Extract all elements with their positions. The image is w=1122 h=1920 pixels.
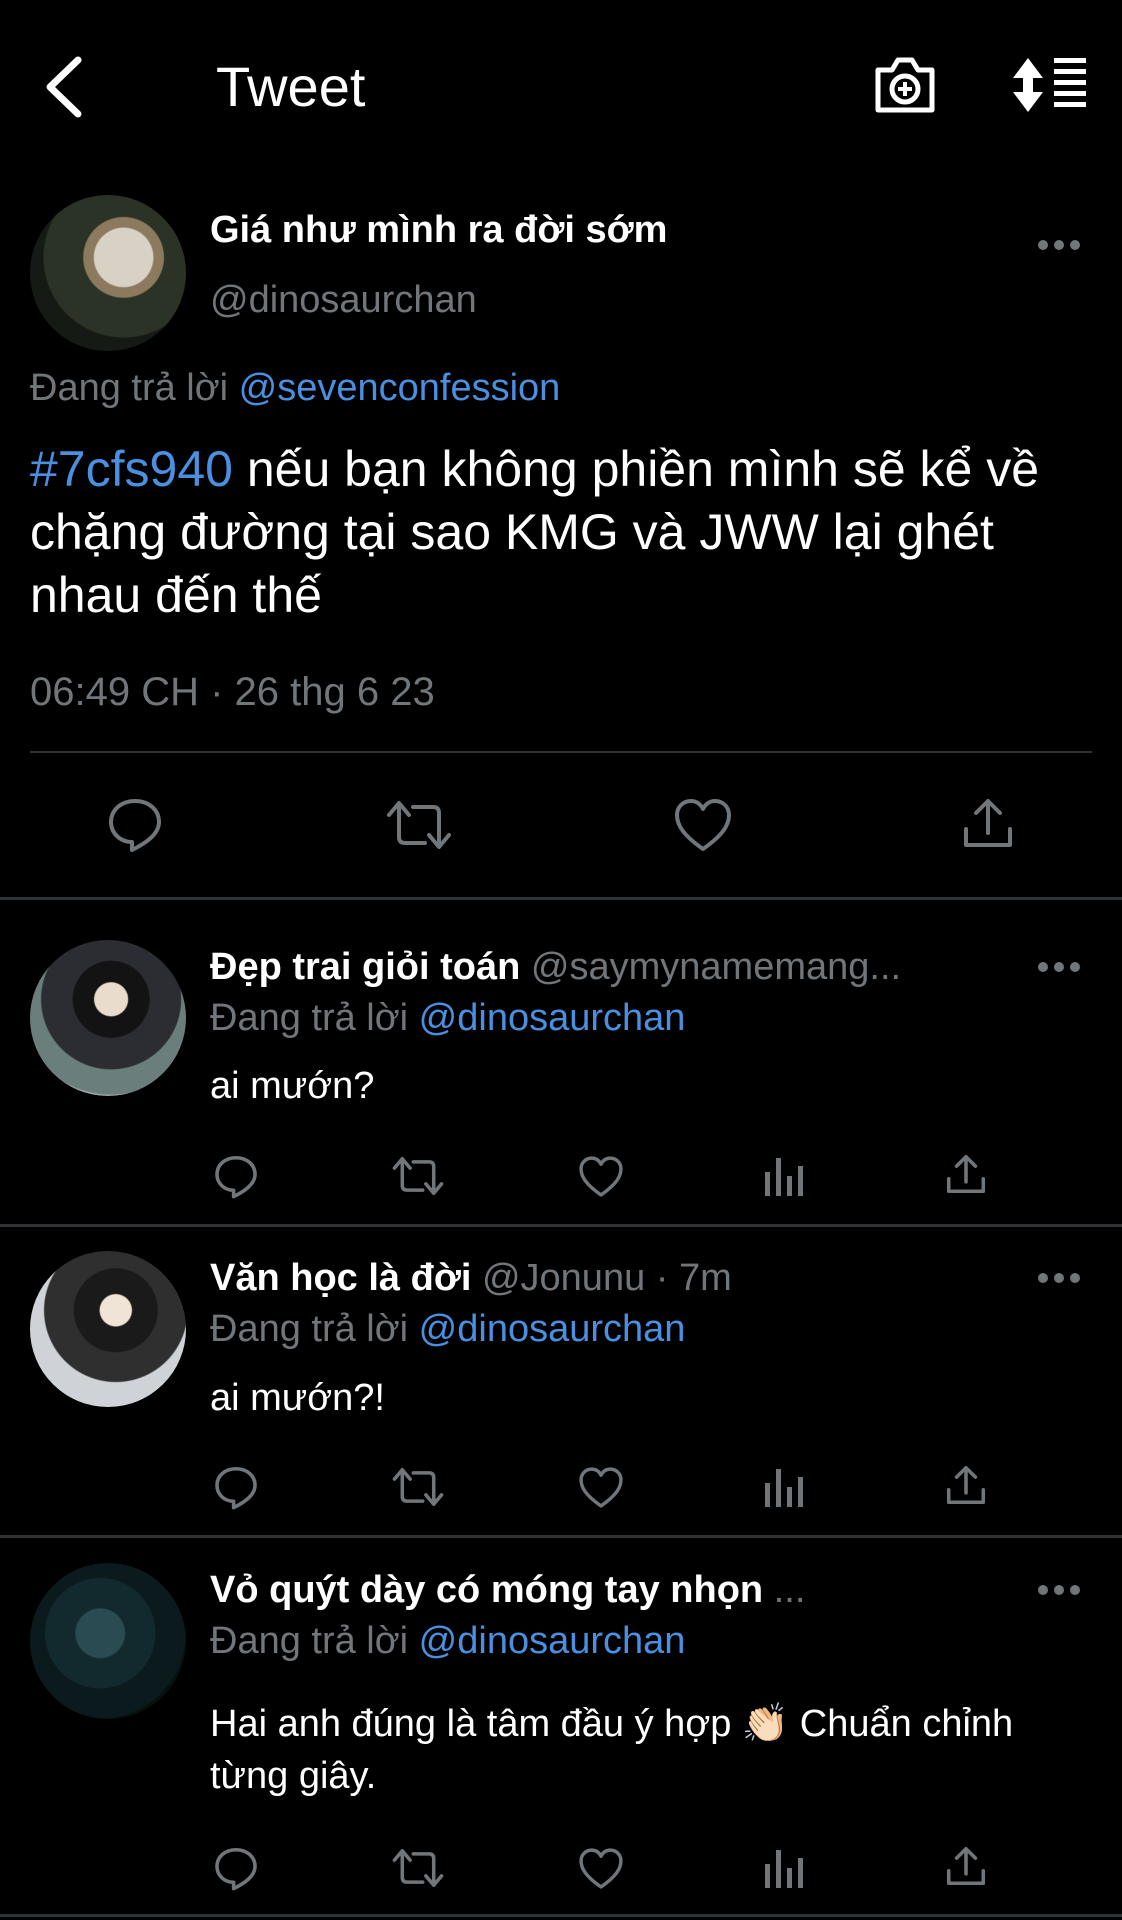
reply-author-handle: @saymynamemang... [530, 946, 902, 988]
sort-icon [1013, 58, 1086, 112]
like-button[interactable] [578, 1847, 624, 1890]
replying-to-link[interactable]: @dinosaurchan [419, 997, 686, 1039]
replying-to-link[interactable]: @sevenconfession [239, 367, 561, 409]
replying-to-line: Đang trả lời @dinosaurchan [210, 993, 685, 1043]
reply-icon [215, 1466, 257, 1510]
divider [30, 751, 1092, 753]
divider [0, 1224, 1122, 1227]
heart-icon [675, 799, 731, 851]
like-button[interactable] [578, 1466, 624, 1509]
heart-icon [579, 1467, 623, 1508]
replying-prefix: Đang trả lời [30, 367, 229, 409]
reply-button[interactable] [213, 1464, 259, 1510]
top-bar: Tweet [0, 0, 1122, 180]
replying-to-link[interactable]: @dinosaurchan [419, 1620, 686, 1662]
reply-author-meta: @Jonunu · 7m [481, 1257, 732, 1299]
reply-author-name: Văn học là đời [210, 1257, 472, 1299]
page-title: Tweet [216, 55, 366, 118]
share-icon [946, 1154, 986, 1194]
more-options-icon[interactable] [1036, 1268, 1082, 1288]
retweet-button[interactable] [385, 797, 453, 853]
share-icon [946, 1465, 986, 1505]
replying-prefix: Đang trả lời [210, 997, 409, 1039]
analytics-button[interactable] [762, 1465, 804, 1509]
reply-author-name: Vỏ quýt dày có móng tay nhọn [210, 1569, 764, 1611]
tweet-body: #7cfs940 nếu bạn không phiền mình sẽ kể … [30, 438, 1110, 627]
retweet-icon [392, 1848, 444, 1888]
reply-author[interactable]: Đẹp trai giỏi toán @saymynamemang... [210, 942, 901, 992]
replying-to-line: Đang trả lời @dinosaurchan [210, 1304, 685, 1354]
camera-plus-icon [875, 57, 935, 113]
reply-text: Hai anh đúng là tâm đầu ý hợp 👏🏻 Chuẩn c… [210, 1703, 1014, 1797]
reply-author-name: Đẹp trai giỏi toán [210, 946, 521, 988]
more-options-icon[interactable] [1036, 957, 1082, 977]
reply-avatar[interactable] [30, 940, 186, 1096]
share-button[interactable] [944, 1152, 988, 1196]
reply-avatar[interactable] [30, 1563, 186, 1719]
retweet-icon [392, 1156, 444, 1196]
author-handle[interactable]: @dinosaurchan [210, 275, 477, 325]
analytics-button[interactable] [762, 1154, 804, 1198]
reply-button[interactable] [213, 1153, 259, 1199]
share-button[interactable] [944, 1463, 988, 1507]
reply-author[interactable]: Văn học là đời @Jonunu · 7m [210, 1253, 732, 1303]
reply-button[interactable] [106, 795, 164, 853]
divider [0, 1914, 1122, 1917]
divider [0, 1535, 1122, 1538]
back-button[interactable] [40, 52, 90, 122]
share-button[interactable] [960, 795, 1016, 851]
more-options-icon[interactable] [1036, 1580, 1082, 1600]
reply-text: ai mướn? [210, 1065, 375, 1107]
retweet-icon [387, 801, 451, 849]
analytics-icon [765, 1850, 803, 1888]
divider [0, 897, 1122, 900]
retweet-icon [392, 1467, 444, 1507]
chevron-left-icon [46, 56, 82, 118]
share-icon [964, 799, 1012, 847]
share-button[interactable] [944, 1844, 988, 1888]
more-options-icon[interactable] [1036, 235, 1082, 255]
camera-button[interactable] [872, 52, 938, 118]
retweet-button[interactable] [391, 1846, 445, 1890]
replying-to-line: Đang trả lời @sevenconfession [30, 362, 560, 414]
reply-icon [215, 1847, 257, 1891]
retweet-button[interactable] [391, 1154, 445, 1198]
replying-prefix: Đang trả lời [210, 1620, 409, 1662]
reply-author-meta: ... [773, 1569, 806, 1611]
reply-avatar[interactable] [30, 1251, 186, 1407]
replying-to-line: Đang trả lời @dinosaurchan [210, 1616, 685, 1666]
like-button[interactable] [673, 797, 733, 853]
reply-text: ai mướn?! [210, 1377, 385, 1419]
reply-icon [215, 1155, 257, 1199]
author-name[interactable]: Giá như mình ra đời sớm [210, 205, 667, 255]
hashtag-link[interactable]: #7cfs940 [30, 441, 233, 497]
reply-author[interactable]: Vỏ quýt dày có móng tay nhọn ... [210, 1565, 805, 1615]
analytics-icon [765, 1158, 803, 1196]
analytics-button[interactable] [762, 1846, 804, 1890]
reply-icon [109, 799, 161, 852]
replying-prefix: Đang trả lời [210, 1308, 409, 1350]
retweet-button[interactable] [391, 1465, 445, 1509]
heart-icon [579, 1848, 623, 1889]
heart-icon [579, 1156, 623, 1197]
analytics-icon [765, 1469, 803, 1507]
author-avatar[interactable] [30, 195, 186, 351]
share-icon [946, 1846, 986, 1886]
sort-button[interactable] [1010, 54, 1090, 116]
replying-to-link[interactable]: @dinosaurchan [419, 1308, 686, 1350]
reply-button[interactable] [213, 1845, 259, 1891]
like-button[interactable] [578, 1155, 624, 1198]
tweet-timestamp[interactable]: 06:49 CH · 26 thg 6 23 [30, 665, 435, 719]
